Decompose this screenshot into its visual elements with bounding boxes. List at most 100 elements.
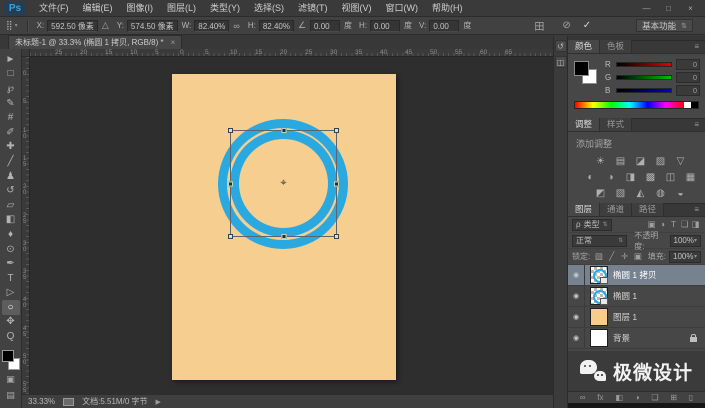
lasso-tool[interactable]: ℘ (2, 81, 20, 96)
panel-tab[interactable]: 样式 (600, 118, 633, 131)
h-ruler[interactable]: 25 20 15 10 5 0 5 10 15 20 25 30 35 40 45 50 55 60 65 (30, 49, 553, 57)
width-scale-field[interactable]: 82.40% (194, 19, 230, 32)
minimize-button[interactable]: — (640, 4, 653, 13)
fill-field[interactable]: 100% ▾ (669, 250, 701, 263)
eyedropper-tool[interactable]: ✐ (2, 125, 20, 140)
move-tool[interactable]: ► (2, 52, 20, 67)
transform-handle-left[interactable] (228, 181, 233, 186)
document-tab[interactable]: 未标题-1 @ 33.3% (椭圆 1 拷贝, RGB/8) * × (8, 35, 183, 49)
brush-tool[interactable]: ╱ (2, 154, 20, 169)
menu-item[interactable]: 类型(Y) (203, 0, 247, 17)
quick-selection-tool[interactable]: ✎ (2, 96, 20, 111)
new-group-button[interactable]: ❏ (651, 393, 658, 402)
blur-tool[interactable]: ♦ (2, 227, 20, 242)
marquee-tool[interactable]: □ (2, 67, 20, 82)
transform-reference-point-icon[interactable]: ⌖ (280, 176, 286, 189)
history-panel-button[interactable]: ↺ (554, 40, 567, 52)
dodge-tool[interactable]: ⊙ (2, 242, 20, 257)
relative-position-icon[interactable]: △ (102, 20, 109, 31)
ellipse-tool[interactable]: ○ (1, 300, 20, 315)
channel-slider[interactable] (616, 62, 672, 67)
cancel-transform-button[interactable]: ⊘ (562, 20, 570, 31)
layer-thumbnail[interactable] (590, 266, 608, 284)
commit-transform-button[interactable]: ✓ (583, 20, 591, 31)
layer-style-button[interactable]: fx (597, 393, 603, 402)
adjustment-filter-icon[interactable]: ◑ (657, 219, 668, 230)
channel-value-field[interactable]: 0 (676, 85, 700, 96)
lock-all-icon[interactable]: ▣ (632, 251, 643, 262)
shape-filter-icon[interactable]: ❏ (679, 219, 690, 230)
transform-handle-top-right[interactable] (334, 128, 339, 133)
link-layers-button[interactable]: ∞ (580, 393, 586, 402)
visibility-eye-icon[interactable]: ◉ (568, 328, 585, 348)
transform-handle-bottom[interactable] (281, 234, 286, 239)
new-adjustment-layer-button[interactable]: ◑ (635, 393, 640, 402)
eraser-tool[interactable]: ▱ (2, 198, 20, 213)
reference-point-icon[interactable]: ⣿ (6, 20, 13, 31)
pen-tool[interactable]: ✒ (2, 256, 20, 271)
quick-mask-button[interactable]: ▣ (2, 373, 20, 386)
visibility-eye-icon[interactable]: ◉ (568, 286, 585, 306)
threshold-icon[interactable]: ◭ (633, 187, 648, 199)
smart-object-filter-icon[interactable]: ◨ (690, 219, 701, 230)
channel-value-field[interactable]: 0 (676, 72, 700, 83)
crop-tool[interactable]: # (2, 110, 20, 125)
lock-transparent-icon[interactable]: ▨ (593, 251, 604, 262)
spectrum-gradient[interactable] (575, 102, 684, 108)
viewport[interactable]: ⌖ (30, 57, 553, 394)
transform-handle-top-left[interactable] (228, 128, 233, 133)
hand-tool[interactable]: ✥ (2, 315, 20, 330)
layer-row[interactable]: ◉ 图层 1 (568, 307, 705, 328)
menu-item[interactable]: 编辑(E) (76, 0, 120, 17)
brightness-contrast-icon[interactable]: ☀ (593, 155, 608, 167)
white-swatch[interactable] (684, 102, 691, 108)
path-selection-tool[interactable]: ▷ (2, 286, 20, 301)
transform-handle-top[interactable] (281, 128, 286, 133)
vibrance-icon[interactable]: ▽ (673, 155, 688, 167)
color-spectrum-ramp[interactable] (574, 101, 699, 109)
lock-pixels-icon[interactable]: ╱ (606, 251, 617, 262)
posterize-icon[interactable]: ▧ (613, 187, 628, 199)
panel-tab[interactable]: 路径 (632, 203, 665, 216)
clone-stamp-tool[interactable]: ♟ (2, 169, 20, 184)
foreground-color-swatch[interactable] (574, 61, 589, 76)
transform-handle-right[interactable] (334, 181, 339, 186)
h-skew-field[interactable]: 0.00 (370, 19, 401, 32)
transform-handle-bottom-right[interactable] (334, 234, 339, 239)
properties-panel-button[interactable]: ◫ (554, 56, 567, 68)
delete-layer-button[interactable]: ▯ (689, 393, 693, 402)
new-layer-button[interactable]: ⊞ (670, 393, 677, 402)
selective-color-icon[interactable]: ◒ (673, 187, 688, 199)
height-scale-field[interactable]: 82.40% (258, 19, 294, 32)
visibility-eye-icon[interactable]: ◉ (568, 307, 585, 327)
zoom-tool[interactable]: Q (2, 329, 20, 344)
panel-menu-icon[interactable]: ≡ (694, 120, 703, 129)
layer-thumbnail[interactable] (590, 329, 608, 347)
panel-tab[interactable]: 颜色 (568, 40, 601, 53)
panel-tab[interactable]: 色板 (600, 40, 633, 53)
ruler-corner[interactable] (22, 49, 30, 57)
layer-thumbnail[interactable] (590, 287, 608, 305)
foreground-color-swatch[interactable] (1, 349, 14, 362)
gradient-map-icon[interactable]: ◍ (653, 187, 668, 199)
hue-saturation-icon[interactable]: ◐ (583, 171, 598, 183)
layer-filter-kind-select[interactable]: ρ 类型 ⇅ (572, 218, 612, 231)
panel-tab[interactable]: 调整 (568, 118, 601, 131)
channel-slider[interactable] (616, 75, 672, 80)
menu-item[interactable]: 视图(V) (335, 0, 379, 17)
black-white-icon[interactable]: ◨ (623, 171, 638, 183)
panel-menu-icon[interactable]: ≡ (694, 42, 703, 51)
type-filter-icon[interactable]: T (668, 219, 679, 230)
black-swatch[interactable] (691, 102, 698, 108)
close-button[interactable]: × (684, 4, 697, 13)
screen-mode-button[interactable]: ▤ (2, 389, 20, 402)
v-ruler[interactable]: 0 5 10 15 20 25 30 35 40 45 50 55 (22, 57, 30, 394)
v-skew-field[interactable]: 0.00 (429, 19, 460, 32)
close-tab-icon[interactable]: × (171, 38, 176, 47)
transform-bounding-box[interactable]: ⌖ (228, 128, 339, 239)
menu-item[interactable]: 图像(I) (120, 0, 161, 17)
exposure-icon[interactable]: ▨ (653, 155, 668, 167)
channel-slider[interactable] (616, 88, 672, 93)
channel-mixer-icon[interactable]: ◫ (663, 171, 678, 183)
curves-icon[interactable]: ◪ (633, 155, 648, 167)
